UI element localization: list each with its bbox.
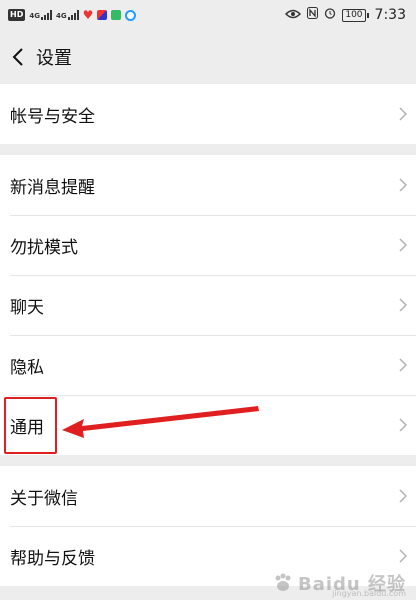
settings-item-chat[interactable]: 聊天 xyxy=(0,275,416,335)
chevron-right-icon xyxy=(399,298,407,312)
signal-icon: 4G xyxy=(56,10,79,20)
settings-item-label: 帐号与安全 xyxy=(10,106,95,127)
settings-group-about: 关于微信 帮助与反馈 xyxy=(0,466,416,586)
paw-icon xyxy=(275,573,291,591)
status-bar: HD 4G 4G ♥ 100 7:33 xyxy=(0,0,416,30)
settings-group-account: 帐号与安全 xyxy=(0,84,416,144)
wallet-app-icon xyxy=(111,10,122,20)
chevron-right-icon xyxy=(399,238,407,252)
settings-item-notifications[interactable]: 新消息提醒 xyxy=(0,155,416,215)
heart-app-icon: ♥ xyxy=(82,8,94,22)
clock: 7:33 xyxy=(374,7,406,23)
back-button[interactable] xyxy=(0,30,36,84)
chevron-right-icon xyxy=(399,358,407,372)
settings-item-label: 隐私 xyxy=(10,357,44,378)
browser-app-icon xyxy=(125,9,137,21)
chevron-right-icon xyxy=(399,418,407,432)
eye-icon xyxy=(285,8,302,23)
network-type-label: 4G xyxy=(55,12,67,20)
watermark-subtext: jingyan.baidu.com xyxy=(332,589,406,598)
navigation-bar: 设置 xyxy=(0,30,416,84)
settings-item-do-not-disturb[interactable]: 勿扰模式 xyxy=(0,215,416,275)
settings-group-main: 新消息提醒 勿扰模式 聊天 隐私 通用 xyxy=(0,155,416,455)
chevron-right-icon xyxy=(399,489,407,503)
settings-item-privacy[interactable]: 隐私 xyxy=(0,335,416,395)
signal-icon: 4G xyxy=(29,10,52,20)
network-type-label: 4G xyxy=(29,12,40,20)
settings-item-general[interactable]: 通用 xyxy=(0,395,416,455)
watermark: Baidu 经验 jingyan.baidu.com xyxy=(272,570,406,598)
battery-icon: 100 xyxy=(342,8,369,22)
status-bar-left: HD 4G 4G ♥ xyxy=(0,8,137,22)
chevron-right-icon xyxy=(399,178,407,192)
settings-item-label: 聊天 xyxy=(10,297,44,318)
settings-item-account-security[interactable]: 帐号与安全 xyxy=(0,84,416,144)
settings-item-label: 帮助与反馈 xyxy=(10,548,95,569)
app-icon xyxy=(97,10,108,20)
highlight-box xyxy=(4,397,57,454)
settings-item-label: 关于微信 xyxy=(10,488,78,509)
status-bar-right: 100 7:33 xyxy=(285,7,416,23)
chevron-right-icon xyxy=(399,549,407,563)
page-title: 设置 xyxy=(36,48,72,69)
chevron-right-icon xyxy=(399,107,407,121)
chevron-left-icon xyxy=(12,48,23,66)
alarm-icon xyxy=(324,7,336,23)
settings-item-label: 新消息提醒 xyxy=(10,177,95,198)
settings-item-about[interactable]: 关于微信 xyxy=(0,466,416,526)
nfc-icon xyxy=(307,7,319,23)
settings-item-label: 勿扰模式 xyxy=(10,237,78,258)
hd-icon: HD xyxy=(8,9,26,21)
